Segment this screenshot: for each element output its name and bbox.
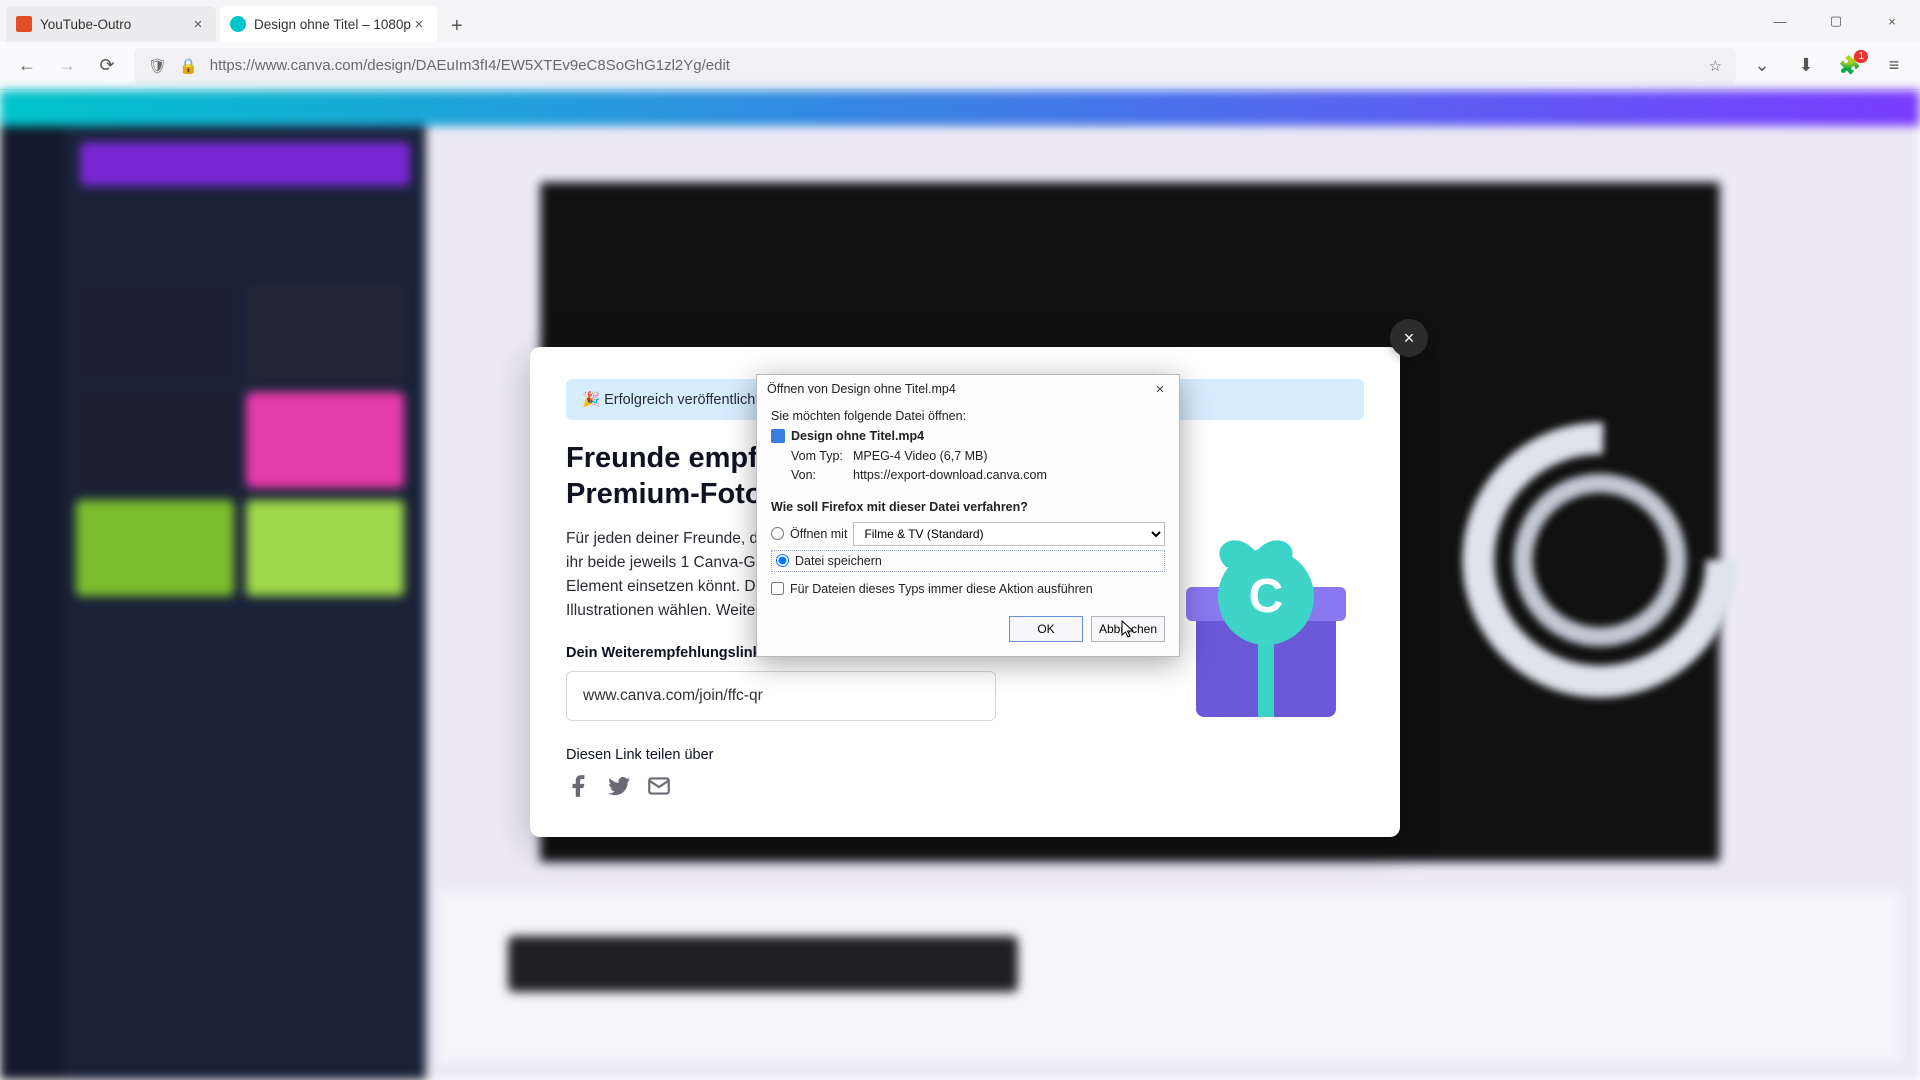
downloads-icon[interactable]: ⬇ bbox=[1794, 54, 1818, 78]
dialog-header: Öffnen von Design ohne Titel.mp4 × bbox=[757, 375, 1179, 403]
open-with-row[interactable]: Öffnen mit Filme & TV (Standard) bbox=[771, 522, 1165, 546]
address-bar[interactable]: 🛡 🔒 https://www.canva.com/design/DAEuIm3… bbox=[134, 48, 1736, 84]
pocket-icon[interactable]: ⌄ bbox=[1750, 54, 1774, 78]
shield-icon: 🛡 bbox=[148, 57, 167, 75]
menu-icon[interactable]: ≡ bbox=[1882, 54, 1906, 78]
always-checkbox[interactable] bbox=[771, 582, 784, 595]
open-with-select[interactable]: Filme & TV (Standard) bbox=[853, 522, 1165, 546]
share-icons bbox=[566, 773, 1364, 799]
firefox-download-dialog: Öffnen von Design ohne Titel.mp4 × Sie m… bbox=[756, 374, 1180, 657]
save-file-label: Datei speichern bbox=[795, 554, 882, 568]
favicon-icon bbox=[230, 16, 246, 32]
from-label: Von: bbox=[791, 466, 853, 485]
modal-close-button[interactable]: × bbox=[1390, 319, 1428, 357]
extension-icon[interactable]: 🧩1 bbox=[1838, 54, 1862, 78]
lock-icon: 🔒 bbox=[179, 57, 198, 75]
dialog-title: Öffnen von Design ohne Titel.mp4 bbox=[767, 382, 1151, 396]
canvas-graphic bbox=[1440, 400, 1760, 720]
browser-toolbar: ← → ⟳ 🛡 🔒 https://www.canva.com/design/D… bbox=[0, 42, 1920, 90]
reload-button[interactable]: ⟳ bbox=[94, 53, 120, 79]
maximize-button[interactable]: ▢ bbox=[1808, 0, 1864, 42]
ok-button[interactable]: OK bbox=[1009, 616, 1083, 642]
new-tab-button[interactable]: + bbox=[441, 10, 473, 42]
open-with-radio[interactable] bbox=[771, 527, 784, 540]
heading-line: Premium-Fotos. bbox=[566, 478, 787, 510]
save-file-row[interactable]: Datei speichern bbox=[771, 550, 1165, 572]
back-button[interactable]: ← bbox=[14, 53, 40, 79]
dialog-question: Wie soll Firefox mit dieser Datei verfah… bbox=[771, 500, 1165, 514]
facebook-icon[interactable] bbox=[566, 773, 592, 799]
dialog-close-button[interactable]: × bbox=[1151, 380, 1169, 398]
share-via-label: Diesen Link teilen über bbox=[566, 747, 1364, 763]
bookmark-icon[interactable]: ☆ bbox=[1709, 57, 1722, 75]
filename-text: Design ohne Titel.mp4 bbox=[791, 429, 924, 443]
dialog-options: Öffnen mit Filme & TV (Standard) Datei s… bbox=[771, 522, 1165, 596]
file-icon bbox=[771, 429, 785, 443]
tab-label: YouTube-Outro bbox=[40, 17, 190, 32]
type-value: MPEG-4 Video (6,7 MB) bbox=[853, 449, 988, 463]
tab-canva-design[interactable]: Design ohne Titel – 1080p × bbox=[220, 6, 437, 42]
gift-illustration: C bbox=[1166, 517, 1366, 727]
window-controls: — ▢ × bbox=[1752, 0, 1920, 42]
banner-text: 🎉 Erfolgreich veröffentlicht. F bbox=[582, 392, 776, 408]
svg-text:C: C bbox=[1249, 570, 1284, 623]
mail-icon[interactable] bbox=[646, 773, 672, 799]
open-with-label: Öffnen mit bbox=[790, 527, 847, 541]
dialog-buttons: OK Abbrechen bbox=[757, 606, 1179, 656]
toolbar-icons: ⌄ ⬇ 🧩1 ≡ bbox=[1750, 54, 1906, 78]
referral-link-input[interactable]: www.canva.com/join/ffc-qr bbox=[566, 671, 996, 721]
close-icon[interactable]: × bbox=[411, 16, 427, 32]
always-label: Für Dateien dieses Typs immer diese Akti… bbox=[790, 582, 1093, 596]
window-titlebar: YouTube-Outro × Design ohne Titel – 1080… bbox=[0, 0, 1920, 42]
save-file-radio[interactable] bbox=[776, 554, 789, 567]
twitter-icon[interactable] bbox=[606, 773, 632, 799]
from-value: https://export-download.canva.com bbox=[853, 468, 1047, 482]
tab-label: Design ohne Titel – 1080p bbox=[254, 17, 411, 32]
type-label: Vom Typ: bbox=[791, 447, 853, 466]
extension-badge: 1 bbox=[1854, 50, 1868, 63]
cancel-button[interactable]: Abbrechen bbox=[1091, 616, 1165, 642]
heading-line: Freunde empfe bbox=[566, 442, 774, 474]
dialog-filename: Design ohne Titel.mp4 bbox=[771, 429, 1165, 443]
close-icon[interactable]: × bbox=[190, 16, 206, 32]
dialog-intro: Sie möchten folgende Datei öffnen: bbox=[771, 409, 1165, 423]
favicon-icon bbox=[16, 16, 32, 32]
forward-button[interactable]: → bbox=[54, 53, 80, 79]
url-text: https://www.canva.com/design/DAEuIm3fI4/… bbox=[210, 57, 730, 74]
referral-link-value: www.canva.com/join/ffc-qr bbox=[583, 687, 763, 705]
minimize-button[interactable]: — bbox=[1752, 0, 1808, 42]
tab-youtube-outro[interactable]: YouTube-Outro × bbox=[6, 6, 216, 42]
file-meta: Vom Typ:MPEG-4 Video (6,7 MB) Von:https:… bbox=[791, 447, 1165, 486]
always-row[interactable]: Für Dateien dieses Typs immer diese Akti… bbox=[771, 582, 1165, 596]
close-window-button[interactable]: × bbox=[1864, 0, 1920, 42]
